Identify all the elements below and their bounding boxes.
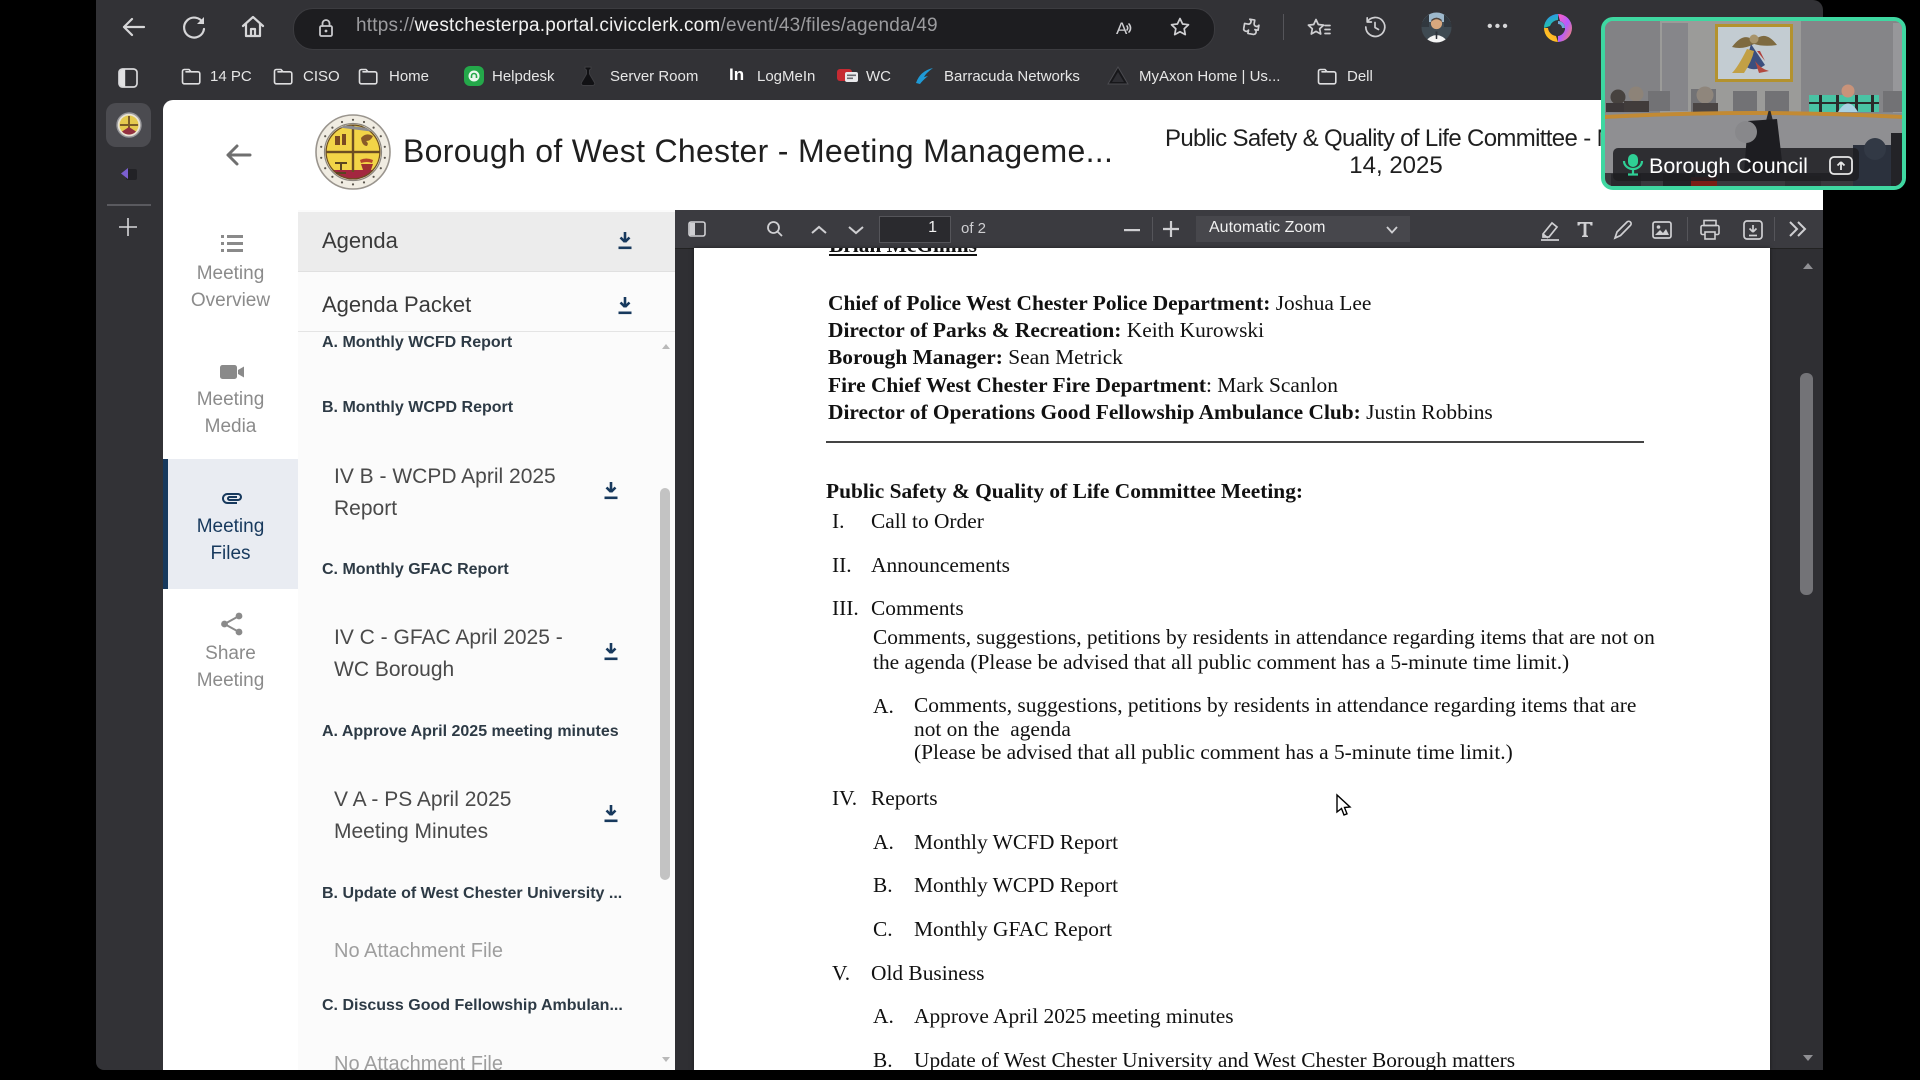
svg-text:A: A	[1116, 19, 1128, 38]
svg-text:Borough Council: Borough Council	[1649, 154, 1808, 178]
